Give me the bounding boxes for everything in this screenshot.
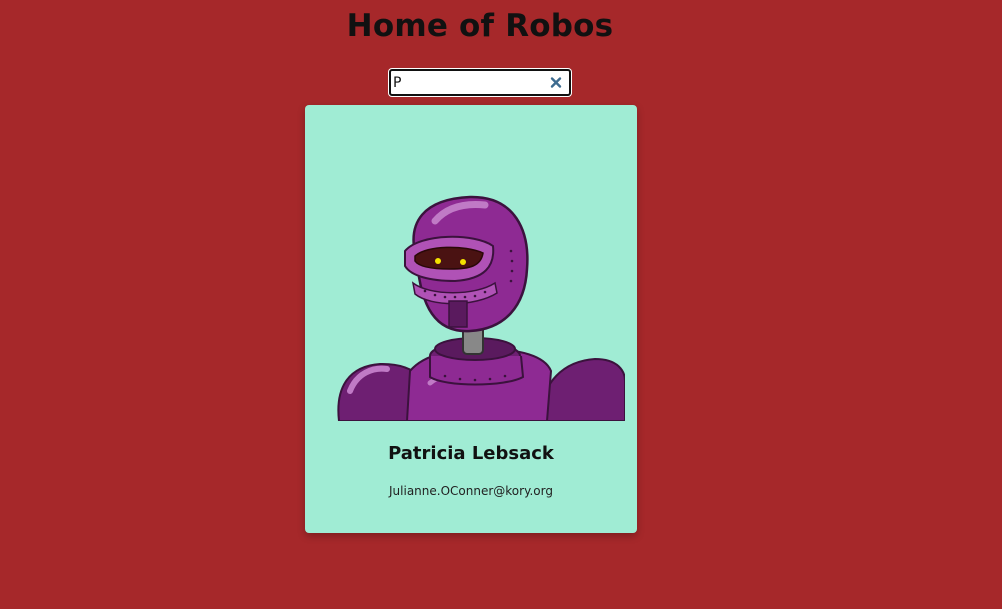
page-title: Home of Robos bbox=[346, 8, 614, 44]
close-icon[interactable] bbox=[549, 75, 563, 90]
robot-email: Julianne.OConner@kory.org bbox=[389, 484, 553, 498]
search-input[interactable] bbox=[393, 72, 543, 93]
search-box[interactable] bbox=[389, 69, 571, 96]
robot-name: Patricia Lebsack bbox=[388, 443, 554, 464]
robot-avatar bbox=[335, 121, 625, 421]
robot-card[interactable]: Patricia Lebsack Julianne.OConner@kory.o… bbox=[305, 105, 637, 533]
